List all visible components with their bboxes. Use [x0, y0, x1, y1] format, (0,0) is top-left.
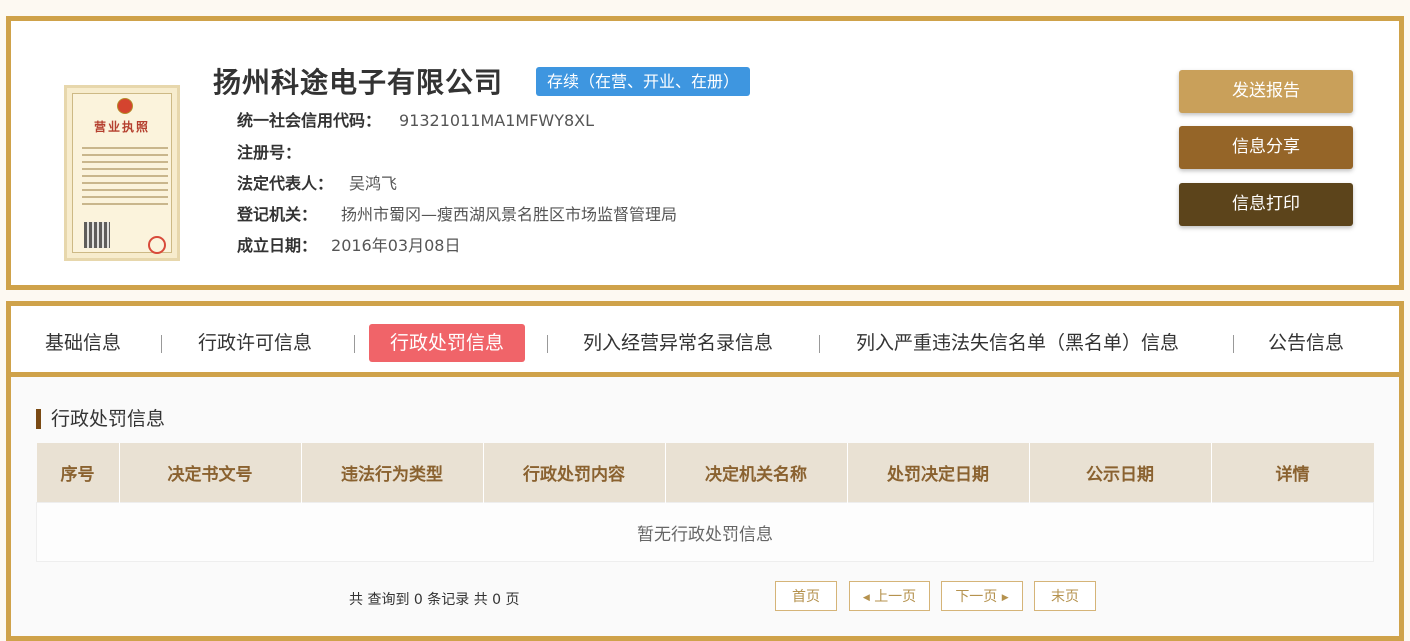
next-page-button[interactable]: 下一页 ▶: [941, 581, 1023, 611]
legal-representative-value: 吴鸿飞: [349, 174, 398, 193]
registration-number-label: 注册号：: [237, 143, 302, 162]
triangle-right-icon: ▶: [1001, 593, 1009, 603]
registration-authority-row: 登记机关： 扬州市蜀冈—瘦西湖风景名胜区市场监督管理局: [237, 201, 677, 225]
prev-page-label: 上一页: [874, 589, 917, 605]
legal-representative-label: 法定代表人：: [237, 174, 334, 193]
registration-authority-label: 登记机关：: [237, 205, 318, 224]
triangle-left-icon: ◀: [862, 593, 870, 603]
prev-page-button[interactable]: ◀ 上一页: [849, 581, 930, 611]
business-license-image[interactable]: 营业执照: [64, 85, 180, 261]
license-title: 营业执照: [93, 120, 150, 134]
license-text-lines: [82, 142, 168, 210]
establishment-date-label: 成立日期：: [237, 236, 318, 255]
national-emblem-icon: [117, 98, 133, 114]
official-seal-icon: [148, 236, 166, 254]
tab-divider: [819, 335, 820, 353]
column-header-authority-name: 决定机关名称: [665, 443, 848, 503]
table-header-row: 序号 决定书文号 违法行为类型 行政处罚内容 决定机关名称 处罚决定日期 公示日…: [36, 443, 1374, 503]
credit-code-value: 91321011MA1MFWY8XL: [399, 111, 595, 130]
registration-number-row: 注册号：: [237, 139, 319, 163]
column-header-violation-type: 违法行为类型: [301, 443, 484, 503]
send-report-button[interactable]: 发送报告: [1179, 70, 1353, 113]
company-card: 营业执照 扬州科途电子有限公司 存续（在营、开业、在册） 统一社会信用代码： 91…: [6, 16, 1404, 290]
penalty-table: 序号 决定书文号 违法行为类型 行政处罚内容 决定机关名称 处罚决定日期 公示日…: [36, 443, 1374, 562]
legal-representative-row: 法定代表人： 吴鸿飞: [237, 170, 397, 194]
establishment-date-value: 2016年03月08日: [331, 236, 461, 255]
tab-basic-info[interactable]: 基础信息: [45, 324, 121, 362]
tab-divider: [354, 335, 355, 353]
establishment-date-row: 成立日期： 2016年03月08日: [237, 232, 460, 256]
status-badge: 存续（在营、开业、在册）: [536, 67, 751, 96]
tab-announcements[interactable]: 公告信息: [1268, 324, 1344, 362]
empty-state-message: 暂无行政处罚信息: [36, 502, 1374, 562]
first-page-button[interactable]: 首页: [775, 581, 837, 611]
column-header-details: 详情: [1211, 443, 1374, 503]
license-frame: 营业执照: [72, 93, 172, 254]
registration-authority-value: 扬州市蜀冈—瘦西湖风景名胜区市场监督管理局: [341, 205, 678, 224]
tab-divider: [547, 335, 548, 353]
qr-code-icon: [84, 222, 110, 248]
next-page-label: 下一页: [955, 589, 998, 605]
tab-blacklist[interactable]: 列入严重违法失信名单（黑名单）信息: [856, 324, 1179, 362]
tab-admin-license[interactable]: 行政许可信息: [198, 324, 312, 362]
tab-divider: [1233, 335, 1234, 353]
tab-divider: [161, 335, 162, 353]
first-page-label: 首页: [792, 589, 820, 605]
penalty-section: 行政处罚信息 序号 决定书文号 违法行为类型 行政处罚内容 决定机关名称 处罚决…: [11, 377, 1399, 636]
column-header-penalty-content: 行政处罚内容: [483, 443, 666, 503]
tab-admin-penalty[interactable]: 行政处罚信息: [369, 324, 526, 362]
tab-abnormal-operation[interactable]: 列入经营异常名录信息: [583, 324, 773, 362]
column-header-publish-date: 公示日期: [1029, 443, 1212, 503]
section-title: 行政处罚信息: [36, 409, 165, 429]
credit-code-row: 统一社会信用代码： 91321011MA1MFWY8XL: [237, 107, 594, 131]
column-header-decision-number: 决定书文号: [119, 443, 302, 503]
info-panel: 基础信息 行政许可信息 行政处罚信息 列入经营异常名录信息 列入严重违法失信名单…: [6, 301, 1404, 641]
column-header-index: 序号: [36, 443, 120, 503]
credit-code-label: 统一社会信用代码：: [237, 111, 382, 130]
table-row: 暂无行政处罚信息: [36, 502, 1374, 562]
print-info-button[interactable]: 信息打印: [1179, 183, 1353, 226]
company-name: 扬州科途电子有限公司: [213, 66, 504, 99]
last-page-button[interactable]: 末页: [1034, 581, 1096, 611]
tab-bar: 基础信息 行政许可信息 行政处罚信息 列入经营异常名录信息 列入严重违法失信名单…: [11, 306, 1399, 377]
share-info-button[interactable]: 信息分享: [1179, 126, 1353, 169]
column-header-decision-date: 处罚决定日期: [847, 443, 1030, 503]
pagination-summary: 共 查询到 0 条记录 共 0 页: [349, 592, 520, 608]
last-page-label: 末页: [1051, 589, 1079, 605]
